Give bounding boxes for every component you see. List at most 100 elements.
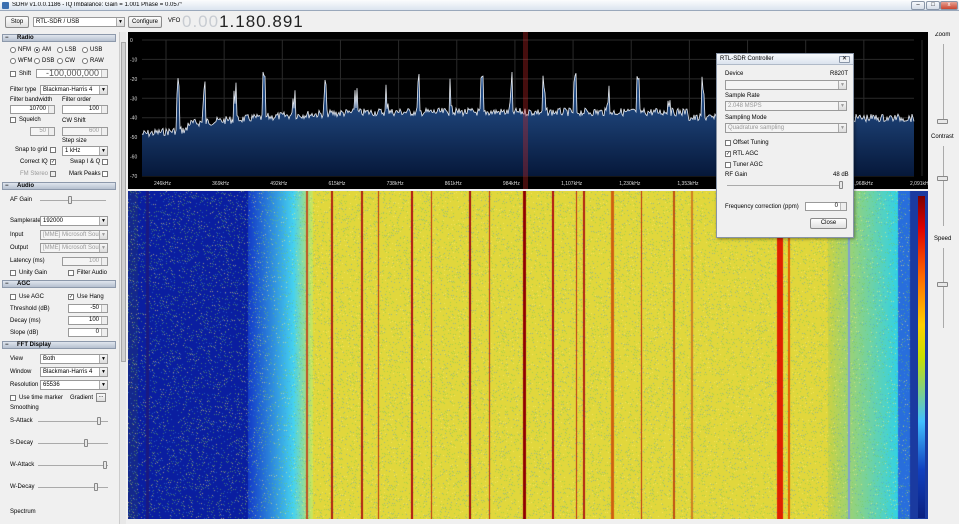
threshold-input[interactable]: -50 [68,304,108,313]
filter-order-input[interactable]: 100 [62,105,108,114]
rf-gain-slider-thumb[interactable] [839,181,843,189]
s-decay-slider[interactable] [38,443,108,444]
maximize-button[interactable]: □ [926,1,940,10]
mode-radio-nfm[interactable] [10,47,16,53]
shift-checkbox[interactable] [10,71,16,77]
close-icon[interactable]: ✕ [839,56,850,63]
mark-peaks-checkbox[interactable] [102,171,108,177]
mode-radio-dsb[interactable] [34,58,40,64]
squelch-checkbox[interactable] [10,117,16,123]
view-select[interactable]: Both ▼ [40,354,108,364]
slope-input[interactable]: 0 [68,328,108,337]
spinner-icon[interactable] [840,203,846,210]
cw-shift-label: CW Shift [62,118,86,124]
mode-label-lsb: LSB [65,47,77,53]
fm-stereo-checkbox[interactable] [50,171,56,177]
filter-type-value: Blackman-Harris 4 [43,87,93,93]
mode-label-cw: CW [65,58,75,64]
decay-input[interactable]: 100 [68,316,108,325]
use-hang-checkbox[interactable]: ✓ [68,294,74,300]
freq-tick-label: 369kHz [212,181,229,187]
w-decay-slider-thumb[interactable] [94,483,99,491]
waterfall-canvas[interactable] [128,191,928,519]
input-select[interactable]: [MME] Microsoft Sound ▼ [40,230,108,240]
correct-iq-checkbox[interactable]: ✓ [50,159,56,165]
zoom-slider-thumb[interactable] [937,119,948,124]
zoom-slider[interactable] [943,44,944,124]
device-label: Device [725,71,744,77]
spinner-icon[interactable] [101,329,107,336]
sample-rate-select[interactable]: 2.048 MSPS ▼ [725,101,847,111]
af-gain-slider-thumb[interactable] [67,196,72,204]
stop-button[interactable]: Stop [5,16,29,28]
source-select[interactable]: RTL-SDR / USB ▼ [33,17,125,27]
s-attack-slider-thumb[interactable] [97,417,102,425]
spinner-icon[interactable] [101,317,107,324]
w-attack-slider[interactable] [38,465,108,466]
spinner-icon[interactable] [48,128,54,135]
shift-input[interactable]: -100,000,000 [36,69,108,78]
latency-input[interactable]: 100 [62,257,108,266]
resolution-select[interactable]: 65536 ▼ [40,380,108,390]
agc-section-header[interactable]: − AGC [2,280,116,288]
frequency-correction-input[interactable]: 0 [805,202,847,211]
waterfall-display[interactable] [128,191,928,519]
configure-button[interactable]: Configure [128,16,162,28]
spinner-icon[interactable] [101,128,107,135]
window-select[interactable]: Blackman-Harris 4 ▼ [40,367,108,377]
spinner-icon[interactable] [101,258,107,265]
filter-bandwidth-input[interactable]: 10700 [10,105,55,114]
samplerate-select[interactable]: 192000 ▼ [40,216,108,226]
tuner-agc-checkbox[interactable] [725,162,731,168]
offset-tuning-checkbox[interactable] [725,140,731,146]
spinner-icon[interactable] [101,70,107,77]
rf-gain-slider[interactable] [727,185,843,186]
speed-slider[interactable] [943,248,944,328]
swap-iq-checkbox[interactable] [102,159,108,165]
sampling-mode-select[interactable]: Quadrature sampling ▼ [725,123,847,133]
filter-type-select[interactable]: Blackman-Harris 4 ▼ [40,85,108,95]
latency-label: Latency (ms) [10,258,45,264]
contrast-slider-thumb[interactable] [937,176,948,181]
spinner-icon[interactable] [101,305,107,312]
device-select[interactable]: ▼ [725,80,847,90]
filter-audio-label: Filter Audio [77,270,108,276]
mode-radio-cw[interactable] [57,58,63,64]
audio-section-header[interactable]: − Audio [2,182,116,190]
s-decay-slider-thumb[interactable] [84,439,89,447]
mode-radio-usb[interactable] [82,47,88,53]
use-agc-checkbox[interactable] [10,294,16,300]
w-attack-slider-thumb[interactable] [102,461,107,469]
left-panel-scrollbar[interactable] [119,32,126,524]
use-agc-label: Use AGC [19,294,45,300]
mode-radio-raw[interactable] [82,58,88,64]
output-select[interactable]: [MME] Microsoft Sound ▼ [40,243,108,253]
rtl-agc-checkbox[interactable]: ✓ [725,151,731,157]
contrast-slider[interactable] [943,146,944,226]
fft-section-header[interactable]: − FFT Display [2,341,116,349]
squelch-input[interactable]: 50 [30,127,55,136]
step-size-select[interactable]: 1 kHz ▼ [62,146,108,156]
mode-radio-am[interactable] [34,47,40,53]
vfo-frequency[interactable]: 0.001.180.891 [182,12,304,32]
gradient-button[interactable]: ... [96,393,106,402]
sampling-mode-label: Sampling Mode [725,115,767,121]
minimize-button[interactable]: – [911,1,925,10]
af-gain-slider[interactable] [40,200,106,201]
spinner-icon[interactable] [101,106,107,113]
time-marker-checkbox[interactable] [10,395,16,401]
unity-gain-checkbox[interactable] [10,270,16,276]
latency-value: 100 [88,258,99,264]
spinner-icon[interactable] [48,106,54,113]
speed-slider-thumb[interactable] [937,281,948,287]
radio-section-header[interactable]: − Radio [2,34,116,42]
snap-to-grid-checkbox[interactable] [50,147,56,153]
close-button[interactable]: Close [810,218,847,229]
source-select-value: RTL-SDR / USB [36,19,80,25]
mode-radio-wfm[interactable] [10,58,16,64]
scrollbar-thumb[interactable] [121,42,126,362]
cw-shift-input[interactable]: 600 [62,127,108,136]
filter-audio-checkbox[interactable] [68,270,74,276]
close-window-button[interactable]: x [940,1,958,10]
mode-radio-lsb[interactable] [57,47,63,53]
